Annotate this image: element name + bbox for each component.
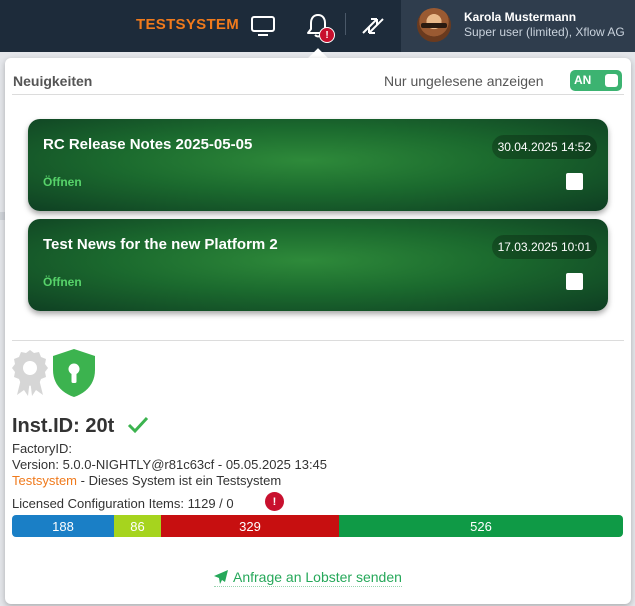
usage-bar: 188 86 329 526	[12, 515, 623, 537]
toggle-knob	[605, 74, 618, 87]
version-info: Version: 5.0.0-NIGHTLY@r81c63cf - 05.05.…	[12, 457, 328, 472]
notification-badge: !	[319, 27, 335, 43]
news-card: Test News for the new Platform 2 17.03.2…	[28, 219, 608, 311]
usage-segment: 329	[161, 515, 339, 537]
avatar	[417, 8, 451, 42]
system-type-line: Testsystem - Dieses System ist ein Tests…	[12, 473, 281, 488]
instance-id: Inst.ID: 20t	[12, 415, 115, 437]
user-menu[interactable]: Karola Mustermann Super user (limited), …	[401, 0, 635, 52]
user-role: Super user (limited), Xflow AG	[464, 25, 625, 39]
check-icon	[127, 416, 149, 434]
usage-segment: 188	[12, 515, 114, 537]
monitor-icon[interactable]	[249, 12, 277, 40]
unread-filter-label: Nur ungelesene anzeigen	[384, 73, 544, 89]
mark-read-checkbox[interactable]	[566, 173, 583, 190]
usage-segment: 86	[114, 515, 161, 537]
user-name: Karola Mustermann	[464, 10, 577, 24]
open-news-link[interactable]: Öffnen	[43, 175, 82, 189]
news-card: RC Release Notes 2025-05-05 30.04.2025 1…	[28, 119, 608, 211]
news-card-date: 17.03.2025 10:01	[491, 235, 597, 259]
system-type-desc: - Dieses System ist ein Testsystem	[77, 473, 282, 488]
certificate-badge-icon	[12, 350, 48, 396]
divider	[12, 340, 624, 341]
factory-id: FactoryID:	[12, 441, 72, 456]
license-warning-badge: !	[265, 492, 284, 511]
divider	[12, 94, 624, 95]
toggle-label: AN	[574, 73, 592, 87]
send-request-link[interactable]: Anfrage an Lobster senden	[214, 569, 402, 587]
mark-read-checkbox[interactable]	[566, 273, 583, 290]
unread-toggle[interactable]: AN	[570, 70, 622, 91]
system-label: TESTSYSTEM	[136, 16, 240, 33]
news-card-title: Test News for the new Platform 2	[43, 236, 278, 253]
toolbar-divider	[345, 13, 346, 35]
system-type: Testsystem	[12, 473, 78, 488]
news-card-date: 30.04.2025 14:52	[491, 135, 597, 159]
paper-plane-icon	[214, 570, 228, 584]
shield-lock-icon	[53, 349, 95, 397]
open-news-link[interactable]: Öffnen	[43, 275, 82, 289]
usage-segment: 526	[339, 515, 623, 537]
send-request-label: Anfrage an Lobster senden	[233, 569, 402, 585]
top-bar: TESTSYSTEM ! Karola Mustermann Super use…	[0, 0, 635, 52]
news-title: Neuigkeiten	[13, 73, 93, 89]
licensed-items: Licensed Configuration Items: 1129 / 0	[12, 496, 234, 511]
news-popover: Neuigkeiten Nur ungelesene anzeigen AN R…	[5, 58, 631, 604]
news-card-title: RC Release Notes 2025-05-05	[43, 136, 253, 153]
switch-arrows-icon[interactable]	[359, 12, 387, 40]
